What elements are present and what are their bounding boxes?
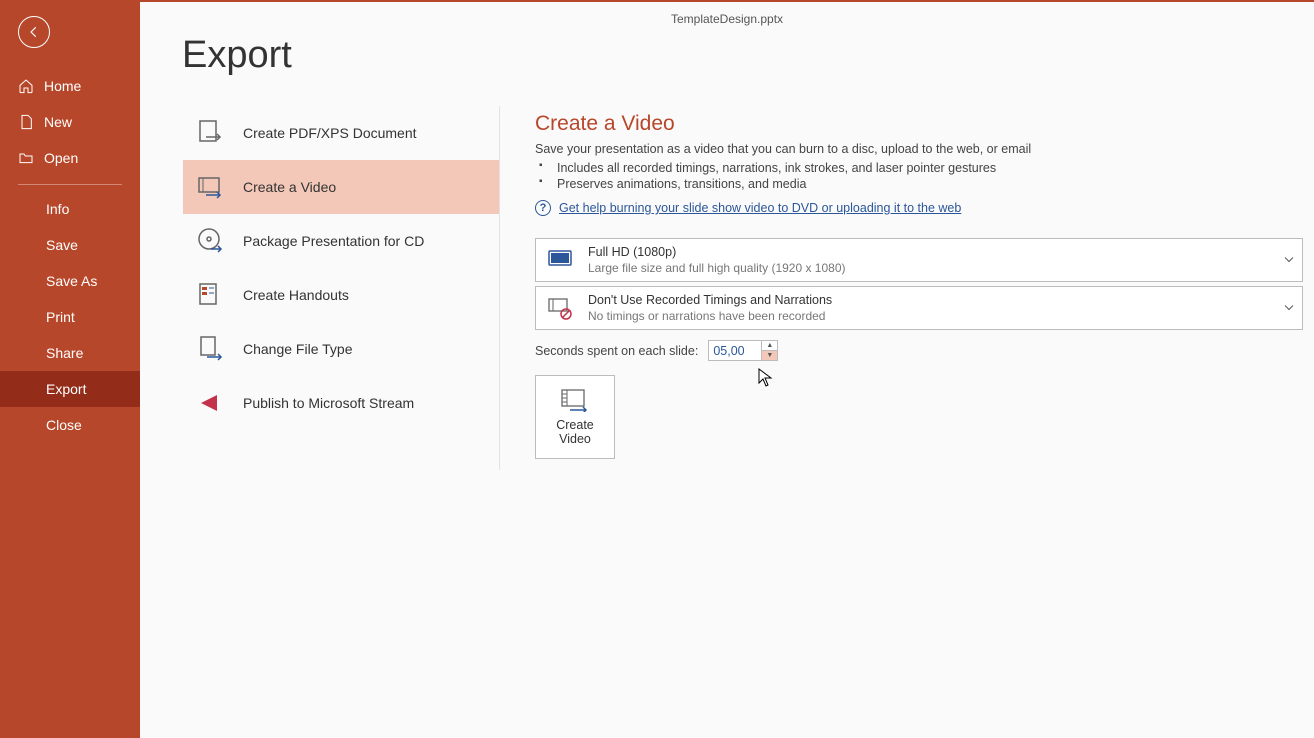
nav-info-label: Info (46, 201, 69, 217)
export-create-video-label: Create a Video (243, 179, 336, 195)
detail-bullets: Includes all recorded timings, narration… (535, 160, 1303, 192)
nav-print[interactable]: Print (0, 299, 140, 335)
export-package-cd-label: Package Presentation for CD (243, 233, 424, 249)
back-arrow-icon (27, 25, 41, 39)
export-package-cd[interactable]: Package Presentation for CD (183, 214, 499, 268)
export-change-filetype[interactable]: Change File Type (183, 322, 499, 376)
back-button[interactable] (18, 16, 50, 48)
timings-sub: No timings or narrations have been recor… (588, 309, 1292, 323)
backstage-sidebar: Home New Open Info Save Save As Print Sh… (0, 2, 140, 738)
nav-share[interactable]: Share (0, 335, 140, 371)
nav-saveas-label: Save As (46, 273, 97, 289)
nav-export[interactable]: Export (0, 371, 140, 407)
cd-icon (197, 227, 225, 255)
detail-bullet-1: Includes all recorded timings, narration… (557, 160, 1303, 176)
export-publish-stream-label: Publish to Microsoft Stream (243, 395, 414, 411)
export-list-separator (499, 106, 500, 470)
help-link[interactable]: Get help burning your slide show video t… (559, 201, 961, 215)
nav-home[interactable]: Home (0, 68, 140, 104)
nav-new-label: New (44, 114, 72, 130)
nav-share-label: Share (46, 345, 83, 361)
export-handouts[interactable]: Create Handouts (183, 268, 499, 322)
page-icon (18, 114, 34, 130)
nav-export-label: Export (46, 381, 86, 397)
nav-home-label: Home (44, 78, 81, 94)
create-video-button[interactable]: Create Video (535, 375, 615, 459)
export-pdf-xps[interactable]: Create PDF/XPS Document (183, 106, 499, 160)
nav-info[interactable]: Info (0, 191, 140, 227)
spinner-up[interactable]: ▲ (761, 341, 777, 350)
help-link-row: ? Get help burning your slide show video… (535, 200, 1303, 216)
quality-sub: Large file size and full high quality (1… (588, 261, 1292, 275)
home-icon (18, 78, 34, 94)
filetype-icon (197, 335, 225, 363)
nav-open[interactable]: Open (0, 140, 140, 176)
chevron-down-icon (1284, 301, 1294, 316)
nav-save[interactable]: Save (0, 227, 140, 263)
create-video-icon (560, 388, 590, 412)
video-quality-dropdown[interactable]: Full HD (1080p) Large file size and full… (535, 238, 1303, 282)
detail-bullet-2: Preserves animations, transitions, and m… (557, 176, 1303, 192)
timings-dropdown[interactable]: Don't Use Recorded Timings and Narration… (535, 286, 1303, 330)
seconds-row: Seconds spent on each slide: ▲ ▼ (535, 340, 1303, 361)
page-title: Export (182, 34, 1314, 77)
window-title: TemplateDesign.pptx (140, 12, 1314, 26)
export-publish-stream[interactable]: Publish to Microsoft Stream (183, 376, 499, 430)
create-video-label-1: Create (556, 418, 594, 432)
monitor-icon (546, 246, 574, 274)
create-video-label-2: Video (556, 432, 594, 446)
pdf-icon (197, 119, 225, 147)
no-timings-icon (546, 294, 574, 322)
handout-icon (197, 281, 225, 309)
detail-heading: Create a Video (535, 112, 1303, 136)
nav-save-label: Save (46, 237, 78, 253)
detail-description: Save your presentation as a video that y… (535, 142, 1303, 156)
chevron-down-icon (1284, 253, 1294, 268)
export-options-list: Create PDF/XPS Document Create a Video P… (183, 106, 499, 430)
export-create-video[interactable]: Create a Video (183, 160, 499, 214)
folder-icon (18, 150, 34, 166)
nav-print-label: Print (46, 309, 75, 325)
nav-open-label: Open (44, 150, 78, 166)
quality-title: Full HD (1080p) (588, 245, 1292, 259)
seconds-label: Seconds spent on each slide: (535, 344, 698, 358)
nav-new[interactable]: New (0, 104, 140, 140)
nav-close-label: Close (46, 417, 82, 433)
nav-saveas[interactable]: Save As (0, 263, 140, 299)
timings-title: Don't Use Recorded Timings and Narration… (588, 293, 1292, 307)
export-change-filetype-label: Change File Type (243, 341, 352, 357)
nav-close[interactable]: Close (0, 407, 140, 443)
export-detail-pane: Create a Video Save your presentation as… (535, 112, 1303, 459)
seconds-input[interactable] (709, 341, 761, 360)
export-pdf-xps-label: Create PDF/XPS Document (243, 125, 417, 141)
help-icon: ? (535, 200, 551, 216)
spinner-down[interactable]: ▼ (761, 350, 777, 360)
stream-icon (197, 389, 225, 417)
seconds-spinner[interactable]: ▲ ▼ (708, 340, 778, 361)
export-handouts-label: Create Handouts (243, 287, 349, 303)
video-icon (197, 173, 225, 201)
nav-separator (18, 184, 122, 185)
